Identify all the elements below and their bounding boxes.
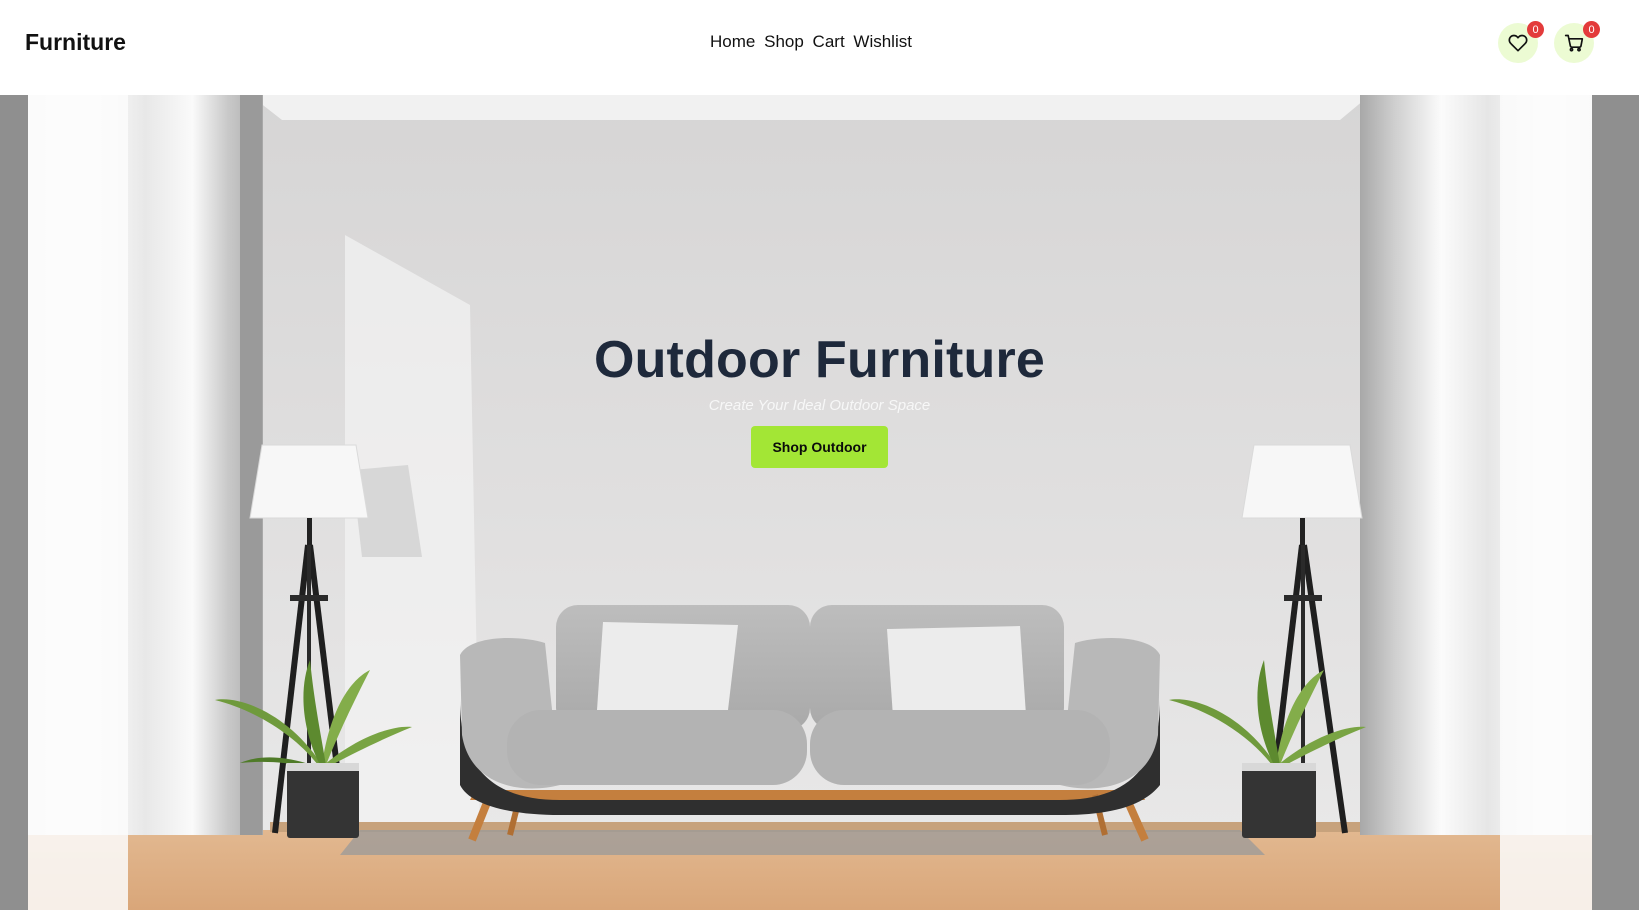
- hero-banner: Outdoor Furniture Create Your Ideal Outd…: [0, 95, 1639, 910]
- site-header: Furniture Home Shop Cart Wishlist 0 0: [0, 0, 1639, 95]
- nav-wishlist[interactable]: Wishlist: [853, 32, 912, 51]
- cart-button[interactable]: 0: [1554, 21, 1600, 63]
- nav-cart[interactable]: Cart: [813, 32, 845, 51]
- wishlist-button[interactable]: 0: [1498, 21, 1544, 63]
- cart-count-badge: 0: [1583, 21, 1600, 38]
- heart-icon: [1508, 34, 1528, 52]
- hero-background-image: [0, 95, 1639, 910]
- hero-title: Outdoor Furniture: [593, 331, 1046, 389]
- wishlist-count-badge: 0: [1527, 21, 1544, 38]
- nav-shop[interactable]: Shop: [764, 32, 804, 51]
- cart-icon: [1564, 34, 1584, 52]
- nav-home[interactable]: Home: [710, 32, 755, 51]
- hero-content: Outdoor Furniture Create Your Ideal Outd…: [0, 330, 1639, 468]
- main-nav: Home Shop Cart Wishlist: [0, 32, 1639, 52]
- shop-outdoor-button[interactable]: Shop Outdoor: [751, 426, 888, 468]
- hero-subtitle: Create Your Ideal Outdoor Space: [708, 397, 931, 414]
